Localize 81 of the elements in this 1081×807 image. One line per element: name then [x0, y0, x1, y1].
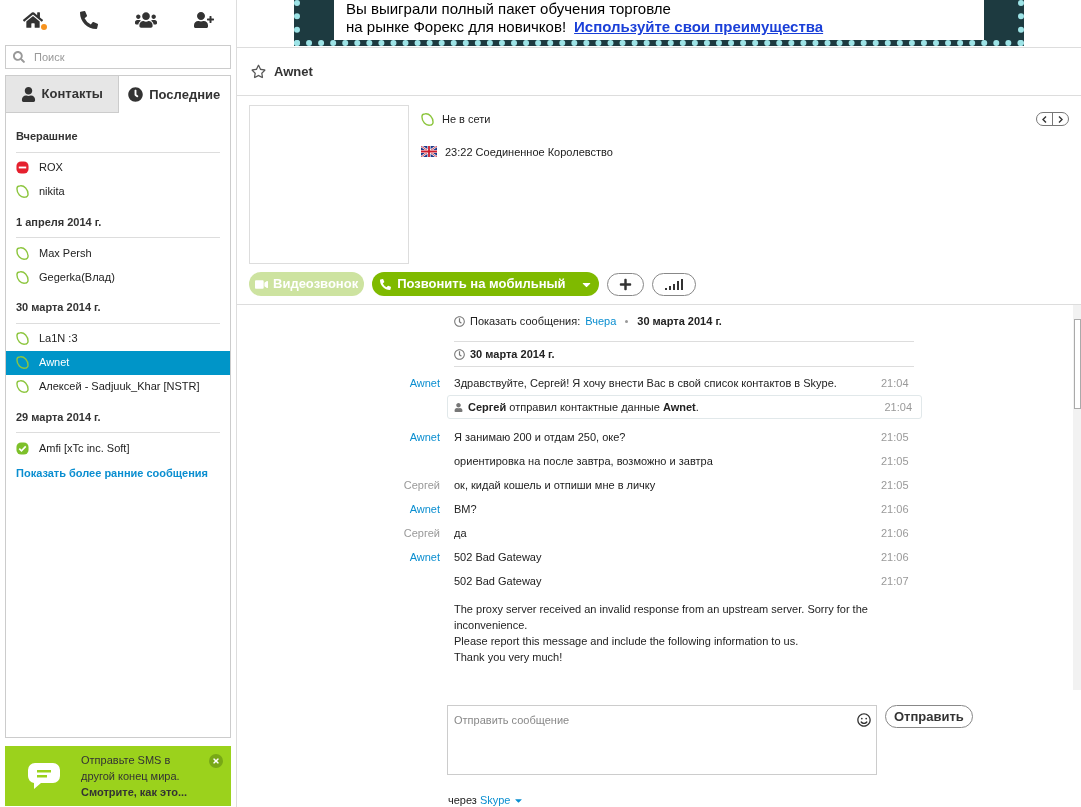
signal-bars-icon [664, 278, 683, 290]
sender-name: Сергей [403, 526, 440, 539]
add-contact-icon[interactable] [193, 10, 214, 30]
group-header: 29 марта 2014 г. [16, 401, 220, 433]
contact-item[interactable]: La1N :3 [6, 326, 230, 351]
message-time: 21:06 [881, 525, 909, 541]
date-header: 30 марта 2014 г. [470, 346, 555, 362]
message-text: да [454, 525, 468, 541]
history-date-link[interactable]: 30 марта 2014 г. [637, 312, 722, 330]
message-text: Здравствуйте, Сергей! Я хочу внести Вас в свой список контактов в Skype. [454, 375, 838, 391]
person-icon [20, 86, 36, 102]
contact-item[interactable]: Gegerka(Влад) [6, 265, 230, 289]
ad-link[interactable]: Используйте свои преимущества [574, 18, 824, 36]
chat-bubble-icon [27, 761, 61, 791]
ad-text: на рынке Форекс для новичков! [346, 18, 567, 36]
promo-text: другой конец мира. [81, 769, 181, 784]
message-time: 21:05 [881, 429, 909, 445]
message-time: 21:06 [881, 549, 909, 565]
sender-name: Awnet [409, 430, 440, 443]
contact-item[interactable]: Max Persh [6, 241, 230, 265]
add-button[interactable] [606, 272, 644, 296]
close-icon [212, 757, 220, 765]
message-time: 21:05 [881, 477, 909, 493]
message-text: ориентировка на после завтра, возможно и завтра [454, 453, 714, 469]
message-time: 21:06 [881, 501, 909, 517]
group-icon[interactable] [134, 9, 157, 31]
sender-name: Awnet [409, 550, 440, 563]
group-header: 1 апреля 2014 г. [16, 206, 220, 238]
clock-icon [454, 348, 465, 360]
message-text: Thank you very much! [454, 650, 564, 665]
star-icon[interactable] [251, 64, 266, 79]
sender-name: Awnet [409, 502, 440, 515]
history-link[interactable]: Вчера [585, 312, 617, 330]
ad-banner[interactable]: Вы выиграли полный пакет обучения торговле на рынке Форекс для новичков! Используйте свои преимущества [294, 0, 1024, 46]
contact-item[interactable]: Алексей - Sadjuuk_Khar [NSTR] [6, 374, 230, 399]
local-time: 23:22 Соединенное Королевство [445, 144, 613, 160]
message-text: 502 Bad Gateway [454, 549, 543, 565]
flag-icon [421, 146, 437, 158]
clock-icon [454, 315, 465, 327]
video-camera-icon [255, 277, 268, 291]
close-button[interactable] [209, 754, 223, 768]
group-header: 30 марта 2014 г. [16, 292, 220, 324]
message-text: 502 Bad Gateway [454, 573, 543, 589]
person-icon [454, 402, 463, 412]
message-text: The proxy server received an invalid response from an upstream server. Sorry for the inconvenience. [454, 602, 869, 633]
scrollbar[interactable] [1073, 305, 1081, 690]
plus-icon [618, 277, 632, 291]
chevron-right-icon[interactable] [1058, 115, 1063, 123]
message-time: 21:04 [881, 375, 909, 391]
history-label: Показать сообщения: [470, 313, 581, 329]
promo-text: Отправьте SMS в [81, 753, 172, 768]
message-text: Сергей отправил контактные данные Awnet. [468, 399, 699, 415]
search-field[interactable]: Поиск [5, 45, 231, 69]
phone-icon [380, 278, 392, 290]
contact-item[interactable]: nikita [6, 179, 230, 204]
tab[interactable]: Контакты [6, 76, 119, 113]
status-text: Не в сети [442, 112, 491, 127]
message-field[interactable]: Отправить сообщение [447, 705, 877, 775]
chevron-left-icon[interactable] [1042, 115, 1047, 123]
contact-name: Awnet [274, 62, 313, 81]
message-text: Я занимаю 200 и отдам 250, оке? [454, 429, 627, 445]
emoji-icon[interactable] [857, 713, 871, 727]
message-text: ок, кидай кошель и отпиши мне в личку [454, 477, 657, 493]
message-time: 21:04 [884, 399, 912, 415]
via-label: через [448, 793, 477, 807]
contact-item[interactable]: Amfi [xTc inc. Soft] [6, 436, 230, 460]
phone-icon[interactable] [79, 11, 98, 29]
message-time: 21:07 [881, 573, 909, 589]
sender-name: Сергей [403, 478, 440, 491]
show-earlier-link[interactable]: Показать более ранние сообщения [16, 465, 220, 482]
service-selector[interactable]: Skype [479, 792, 525, 807]
message-time: 21:05 [881, 453, 909, 469]
ad-text: Вы выиграли полный пакет обучения торговле [346, 0, 672, 18]
sender-name: Awnet [409, 376, 440, 389]
message-text: BM? [454, 501, 478, 517]
promo-link[interactable]: Смотрите, как это... [81, 784, 188, 800]
contact-item[interactable]: ROX [6, 155, 230, 180]
message-text: Please report this message and include the following information to us. [454, 634, 800, 649]
search-icon [13, 51, 25, 63]
clock-icon [128, 87, 144, 102]
group-header: Вчерашние [16, 121, 220, 153]
